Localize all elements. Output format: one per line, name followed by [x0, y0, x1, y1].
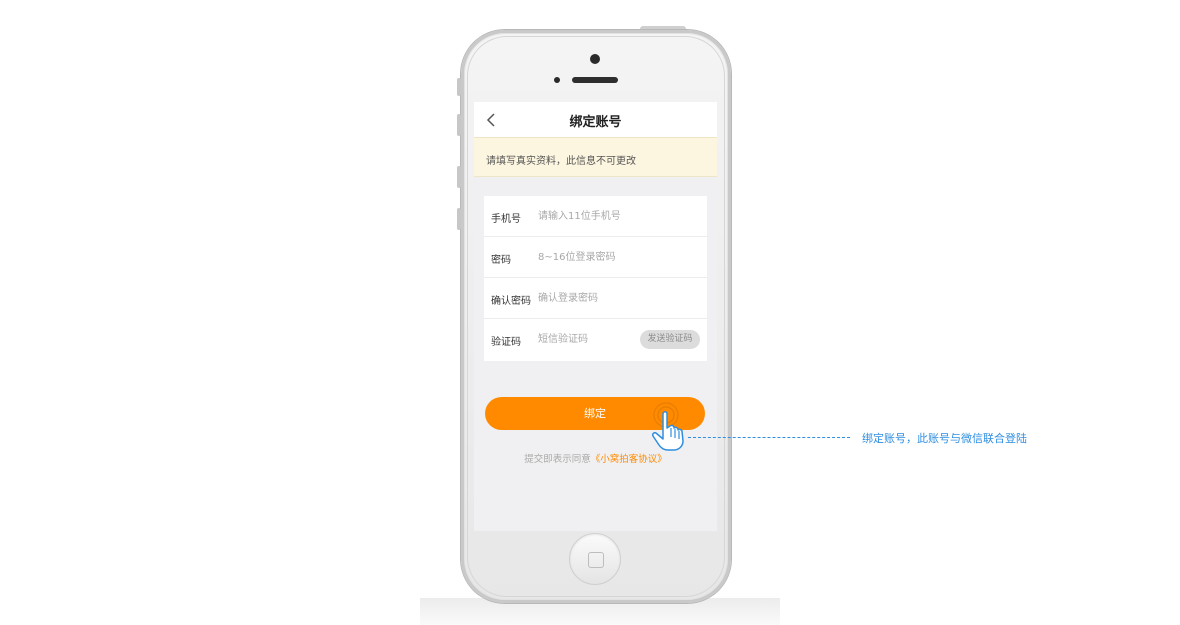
mute-switch	[457, 78, 461, 96]
password-label: 密码	[491, 255, 511, 266]
home-button-square	[588, 552, 604, 568]
volume-down-button	[457, 166, 461, 188]
side-button	[457, 208, 461, 230]
bind-form: 手机号 密码 确认密码 验证码 发送验证码	[484, 196, 707, 361]
password-input[interactable]	[538, 245, 698, 269]
front-camera	[590, 54, 600, 64]
earpiece-speaker	[572, 77, 618, 83]
volume-up-button	[457, 114, 461, 136]
phone-input[interactable]	[538, 204, 698, 228]
app-screen: 绑定账号 请填写真实资料，此信息不可更改 手机号 密码 确认密码 验证码 发送验…	[474, 102, 717, 531]
agreement-link[interactable]: 《小窝拍客协议》	[591, 454, 667, 465]
phone-row: 手机号	[484, 196, 707, 237]
navbar: 绑定账号	[474, 102, 717, 137]
hand-pointer-icon	[652, 402, 684, 451]
phone-label: 手机号	[491, 214, 521, 225]
password-row: 密码	[484, 237, 707, 278]
proximity-sensor	[554, 77, 560, 83]
page-title: 绑定账号	[569, 115, 622, 130]
notice-banner: 请填写真实资料，此信息不可更改	[474, 137, 717, 177]
send-code-button[interactable]: 发送验证码	[640, 330, 700, 349]
agreement-prefix: 提交即表示同意	[524, 454, 591, 465]
annotation-text: 绑定账号，此账号与微信联合登陆	[862, 432, 1027, 445]
confirm-password-input[interactable]	[538, 286, 698, 310]
agreement-text: 提交即表示同意《小窝拍客协议》	[474, 451, 717, 465]
verification-code-row: 验证码 发送验证码	[484, 319, 707, 360]
verification-code-input[interactable]	[538, 327, 634, 351]
confirm-password-row: 确认密码	[484, 278, 707, 319]
home-button	[569, 533, 621, 585]
annotation-leader-line	[688, 437, 850, 438]
verification-code-label: 验证码	[491, 337, 521, 348]
confirm-password-label: 确认密码	[491, 296, 531, 307]
